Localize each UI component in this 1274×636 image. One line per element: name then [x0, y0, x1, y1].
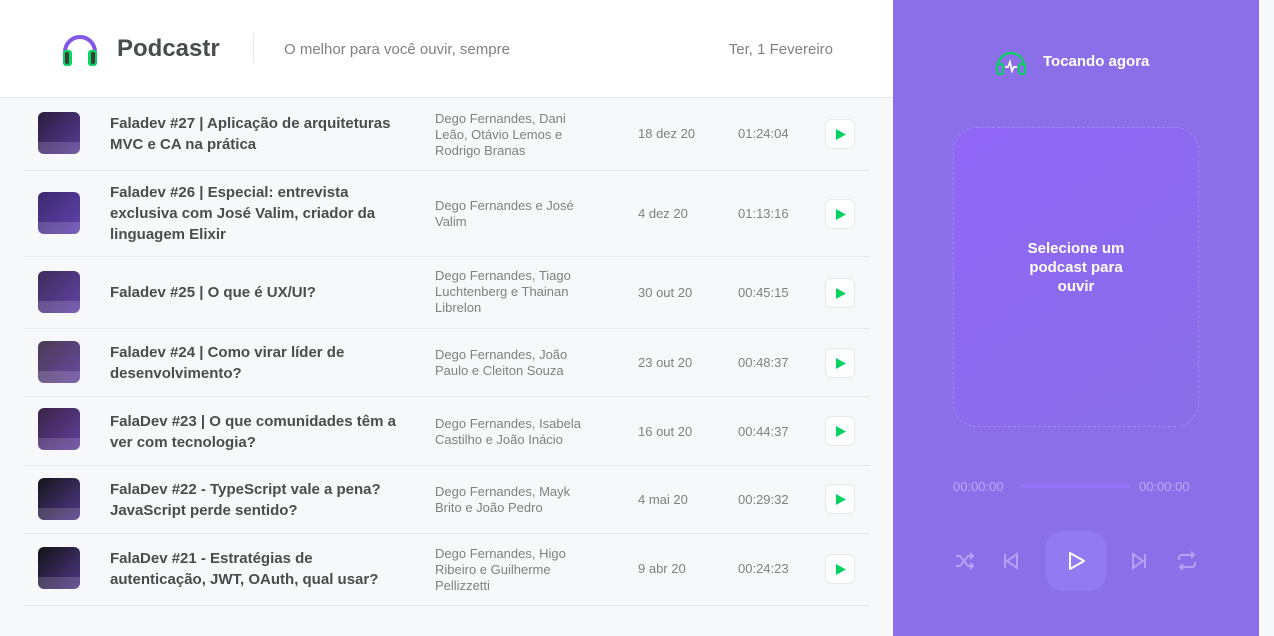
play-icon [836, 564, 846, 575]
episode-title[interactable]: Faladev #26 | Especial: entrevista exclu… [110, 182, 410, 245]
thumbnail-overlay [38, 577, 80, 589]
header: Podcastr O melhor para você ouvir, sempr… [0, 0, 893, 98]
play-episode-button[interactable] [825, 484, 855, 514]
episode-date: 9 abr 20 [638, 561, 686, 576]
play-episode-button[interactable] [825, 348, 855, 378]
total-time: 00:00:00 [1139, 479, 1190, 494]
play-episode-button[interactable] [825, 199, 855, 229]
episode-title[interactable]: FalaDev #22 - TypeScript vale a pena? Ja… [110, 479, 410, 521]
tagline: O melhor para você ouvir, sempre [284, 41, 510, 58]
episode-date: 16 out 20 [638, 424, 693, 439]
episode-date: 4 mai 20 [638, 492, 688, 507]
episode-thumbnail[interactable] [38, 192, 80, 234]
play-episode-button[interactable] [825, 416, 855, 446]
progress-slider[interactable] [1020, 484, 1130, 488]
current-time: 00:00:00 [953, 479, 1004, 494]
page-scrollbar[interactable] [1259, 0, 1274, 636]
episode-row[interactable]: Faladev #26 | Especial: entrevista exclu… [24, 171, 870, 257]
main-area: Podcastr O melhor para você ouvir, sempr… [0, 0, 893, 636]
episode-date: 23 out 20 [638, 355, 693, 370]
thumbnail-overlay [38, 508, 80, 520]
header-divider [253, 33, 254, 63]
thumbnail-overlay [38, 222, 80, 234]
episode-date: 18 dez 20 [638, 126, 696, 141]
episode-members: Dego Fernandes e José Valim [435, 198, 574, 229]
thumbnail-overlay [38, 301, 80, 313]
thumbnail-overlay [38, 438, 80, 450]
brand-name: Podcastr [117, 35, 220, 62]
thumbnail-overlay [38, 142, 80, 154]
play-icon [836, 209, 846, 220]
play-episode-button[interactable] [825, 554, 855, 584]
next-icon[interactable] [1127, 549, 1151, 573]
episode-title[interactable]: Faladev #25 | O que é UX/UI? [110, 282, 410, 303]
repeat-icon[interactable] [1175, 549, 1199, 573]
play-button[interactable] [1046, 531, 1106, 591]
play-icon [1069, 552, 1085, 570]
episode-duration: 01:13:16 [738, 206, 789, 221]
episode-thumbnail[interactable] [38, 112, 80, 154]
episode-duration: 00:48:37 [738, 355, 789, 370]
episode-members: Dego Fernandes, Mayk Brito e João Pedro [435, 484, 571, 515]
empty-player-card: Selecione um podcast para ouvir [953, 127, 1199, 427]
episode-date: 4 dez 20 [638, 206, 688, 221]
episode-thumbnail[interactable] [38, 478, 80, 520]
episode-row[interactable]: Faladev #24 | Como virar líder de desenv… [24, 329, 870, 397]
episode-duration: 00:45:15 [738, 285, 789, 300]
player-panel: Tocando agora Selecione um podcast para … [893, 0, 1259, 636]
episode-row[interactable]: Faladev #27 | Aplicação de arquiteturas … [24, 99, 870, 171]
episode-duration: 00:44:37 [738, 424, 789, 439]
empty-player-message: Selecione um podcast para ouvir [1027, 239, 1125, 295]
episode-duration: 00:29:32 [738, 492, 789, 507]
play-episode-button[interactable] [825, 278, 855, 308]
play-episode-button[interactable] [825, 119, 855, 149]
episode-members: Dego Fernandes, Isabela Castilho e João … [435, 416, 581, 447]
episode-title[interactable]: FalaDev #23 | O que comunidades têm a ve… [110, 411, 410, 453]
episode-duration: 01:24:04 [738, 126, 789, 141]
play-icon [836, 494, 846, 505]
episode-members: Dego Fernandes, João Paulo e Cleiton Sou… [435, 347, 568, 378]
shuffle-icon[interactable] [953, 549, 977, 573]
episode-row[interactable]: FalaDev #22 - TypeScript vale a pena? Ja… [24, 466, 870, 534]
episode-members: Dego Fernandes, Higo Ribeiro e Guilherme… [435, 546, 566, 593]
previous-icon[interactable] [999, 549, 1023, 573]
app: Podcastr O melhor para você ouvir, sempr… [0, 0, 1274, 636]
episode-duration: 00:24:23 [738, 561, 789, 576]
current-date: Ter, 1 Fevereiro [728, 41, 833, 58]
play-icon [836, 358, 846, 369]
episode-thumbnail[interactable] [38, 408, 80, 450]
episode-row[interactable]: FalaDev #21 - Estratégias de autenticaçã… [24, 534, 870, 606]
episode-date: 30 out 20 [638, 285, 693, 300]
episode-title[interactable]: FalaDev #21 - Estratégias de autenticaçã… [110, 548, 410, 590]
episode-thumbnail[interactable] [38, 547, 80, 589]
episode-thumbnail[interactable] [38, 271, 80, 313]
episode-thumbnail[interactable] [38, 341, 80, 383]
episode-title[interactable]: Faladev #24 | Como virar líder de desenv… [110, 342, 410, 384]
episode-members: Dego Fernandes, Dani Leão, Otávio Lemos … [435, 111, 566, 158]
episode-list: Faladev #27 | Aplicação de arquiteturas … [24, 99, 870, 606]
headphones-logo-icon [60, 28, 100, 68]
thumbnail-overlay [38, 371, 80, 383]
headphones-icon [995, 48, 1027, 81]
episode-row[interactable]: FalaDev #23 | O que comunidades têm a ve… [24, 397, 870, 466]
episode-members: Dego Fernandes, Tiago Luchtenberg e Thai… [435, 268, 571, 315]
now-playing-label: Tocando agora [1043, 53, 1150, 70]
play-icon [836, 426, 846, 437]
episode-row[interactable]: Faladev #25 | O que é UX/UI? Dego Fernan… [24, 257, 870, 329]
play-icon [836, 129, 846, 140]
play-icon [836, 288, 846, 299]
episode-title[interactable]: Faladev #27 | Aplicação de arquiteturas … [110, 113, 410, 155]
